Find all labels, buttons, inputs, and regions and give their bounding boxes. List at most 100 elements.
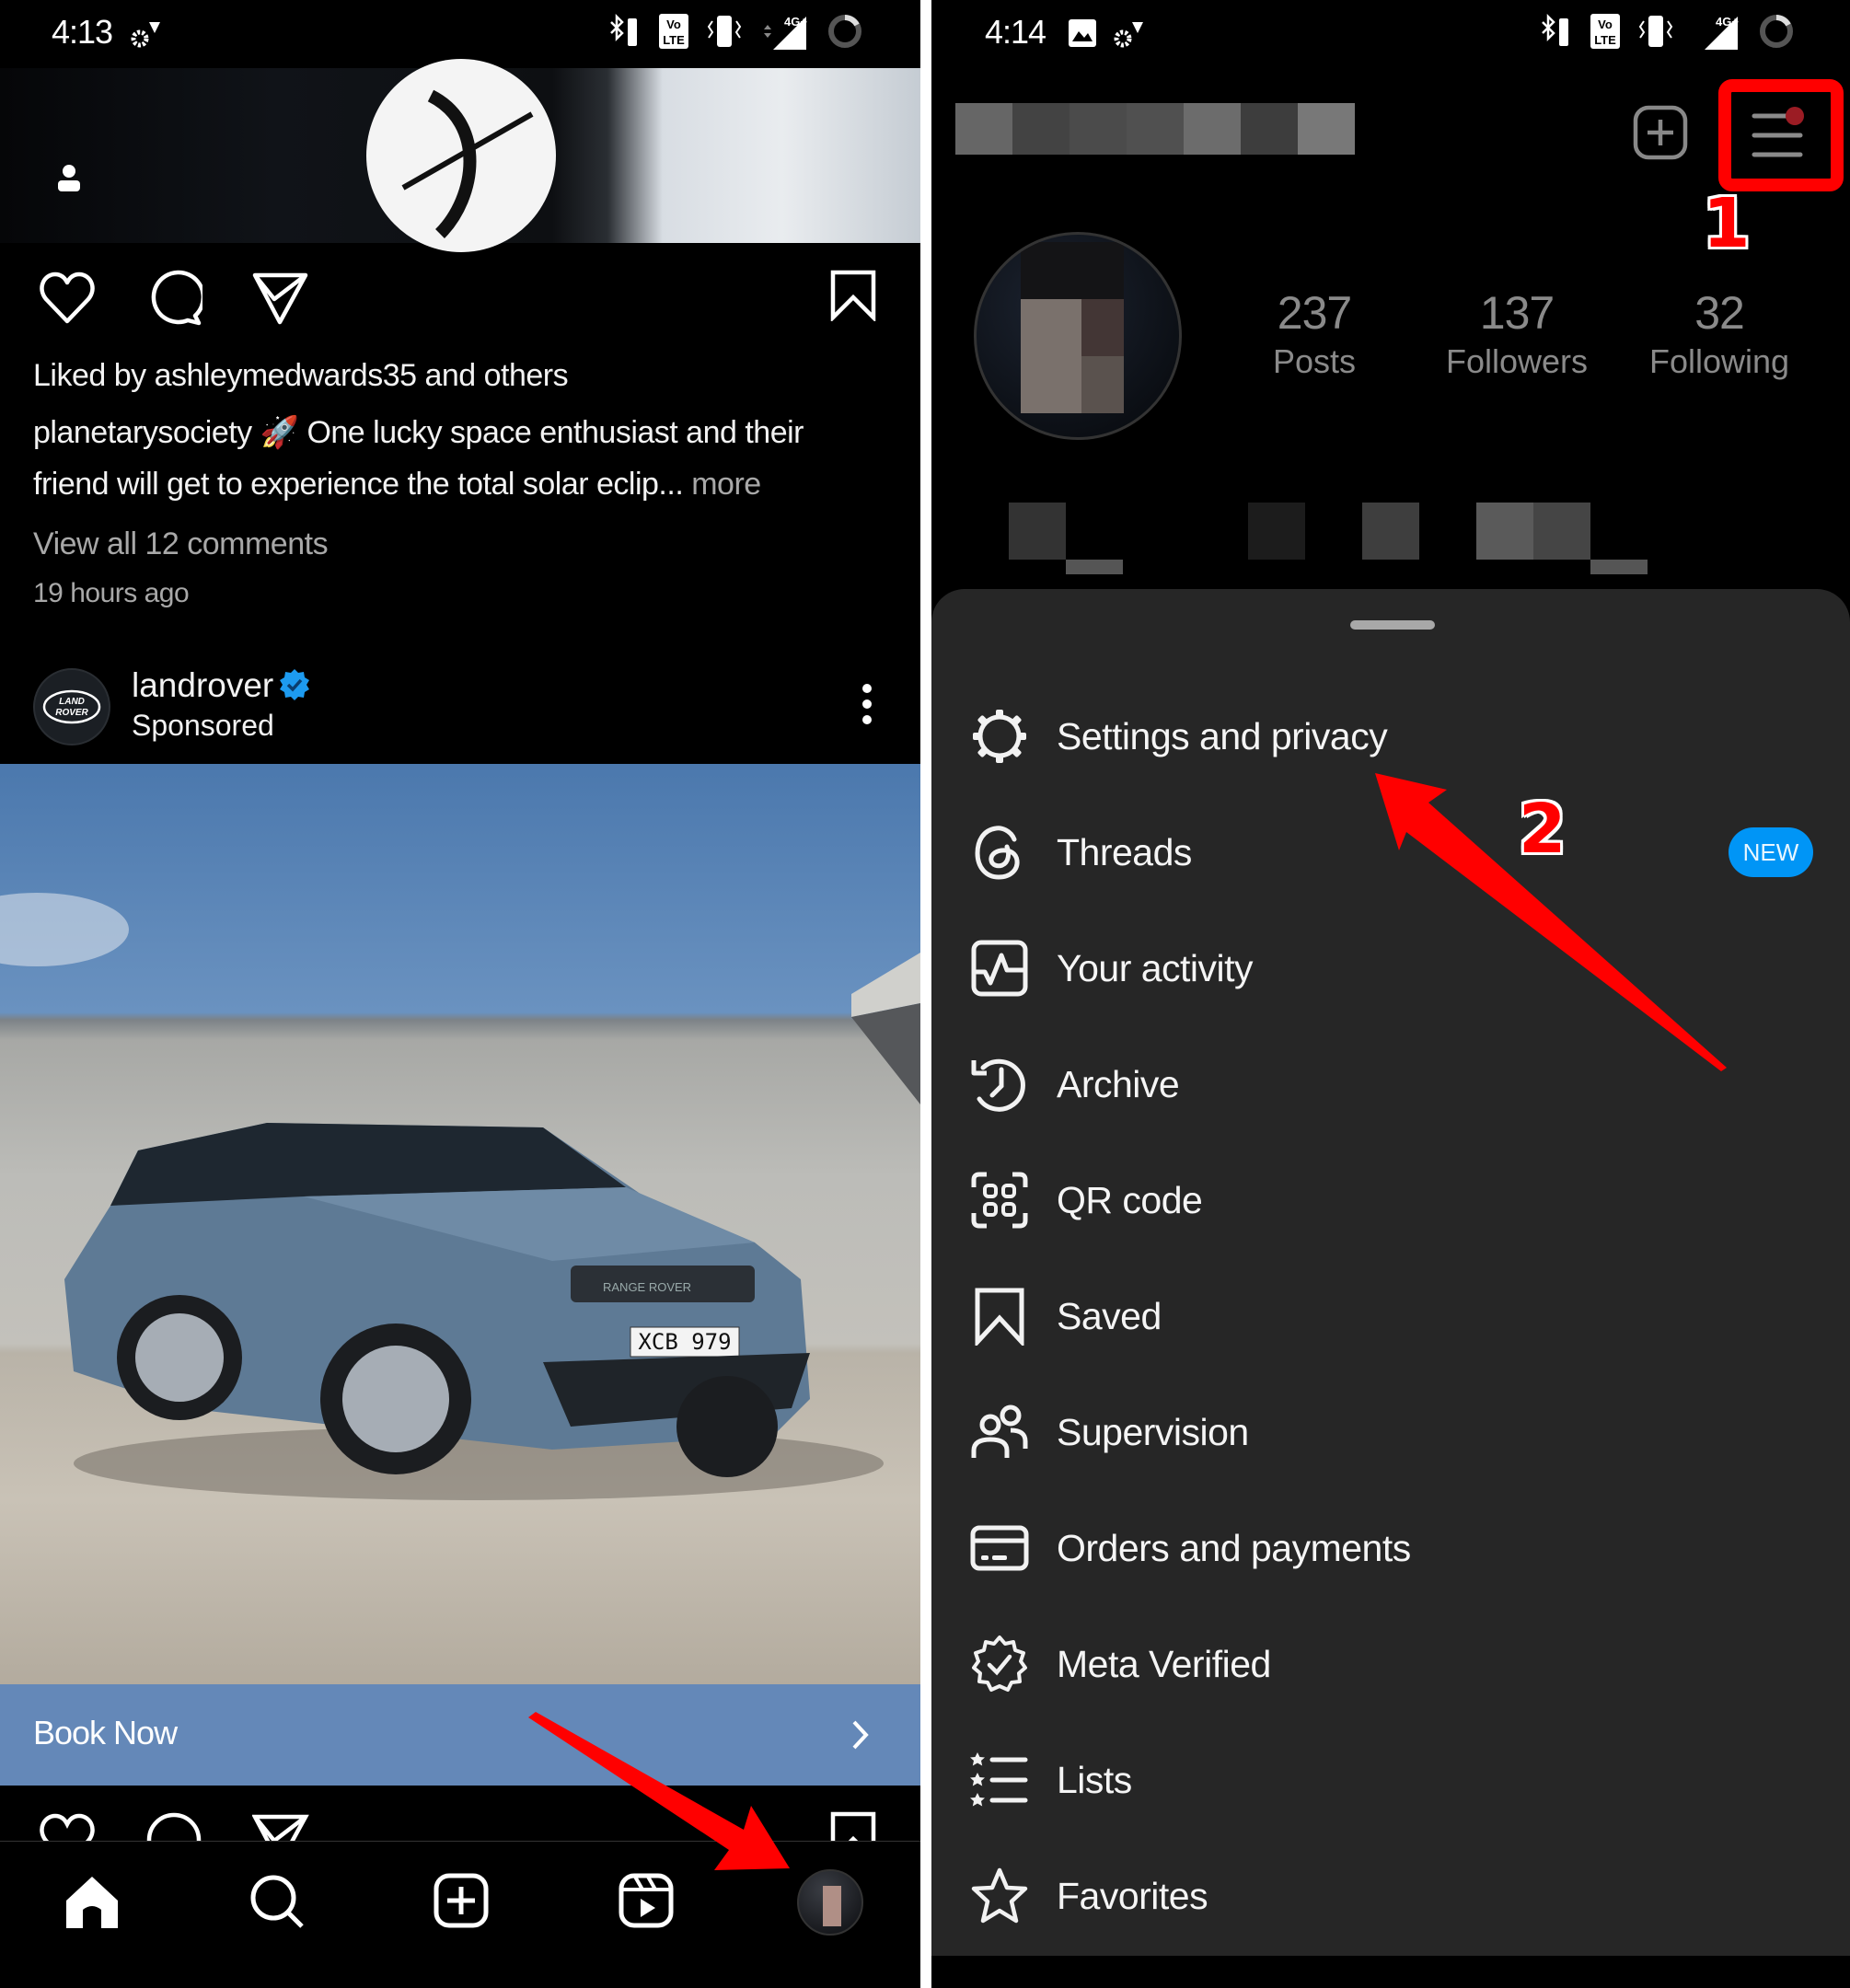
- menu-label: Lists: [1057, 1758, 1132, 1801]
- menu-label: Meta Verified: [1057, 1642, 1271, 1685]
- comment-icon[interactable]: [145, 270, 202, 327]
- caption-text-line1: One lucky space enthusiast and their: [306, 415, 804, 450]
- post-image[interactable]: [0, 59, 920, 252]
- like-icon[interactable]: [39, 1813, 96, 1841]
- stat-following[interactable]: 32 Following: [1627, 285, 1811, 383]
- share-icon[interactable]: [252, 272, 309, 325]
- profile-menu-sheet: Settings and privacy Threads NEW Your ac…: [931, 589, 1850, 1956]
- menu-item-meta-verified[interactable]: Meta Verified: [931, 1606, 1850, 1722]
- following-count: 32: [1694, 287, 1745, 339]
- book-now-button[interactable]: Book Now: [0, 1684, 920, 1786]
- followers-count: 137: [1479, 287, 1555, 339]
- bluetooth-battery-icon: [1542, 13, 1568, 46]
- menu-item-favorites[interactable]: Favorites: [931, 1838, 1850, 1954]
- profile-avatar-tab[interactable]: [797, 1869, 863, 1936]
- menu-hamburger-icon[interactable]: [1749, 105, 1808, 160]
- signal-4g-icon: 4G+: [1705, 15, 1739, 50]
- menu-item-archive[interactable]: Archive: [931, 1026, 1850, 1142]
- posts-label: Posts: [1272, 342, 1357, 380]
- verified-badge-icon: [278, 668, 311, 701]
- settings-icon: [970, 707, 1029, 766]
- like-icon[interactable]: [39, 272, 96, 325]
- menu-item-threads[interactable]: Threads NEW: [931, 794, 1850, 910]
- post-timestamp: 19 hours ago: [33, 578, 190, 608]
- landrover-avatar[interactable]: LAND ROVER: [33, 668, 110, 746]
- liked-by-text[interactable]: Liked by ashleymedwards35 and others: [33, 350, 569, 401]
- bio-blurred: [931, 445, 1850, 584]
- more-options-icon[interactable]: [861, 683, 873, 725]
- feed-screen: 4:13 Vo LTE 4G+ Liked by ashleymedwards3…: [0, 0, 920, 1988]
- menu-item-orders-payments[interactable]: Orders and payments: [931, 1490, 1850, 1606]
- sheet-drag-handle[interactable]: [1350, 620, 1435, 630]
- menu-label: Favorites: [1057, 1874, 1208, 1917]
- save-icon[interactable]: [830, 1811, 876, 1841]
- battery-ring-icon: [1760, 15, 1793, 48]
- battery-ring-icon: [828, 15, 861, 48]
- svg-text:4G+: 4G+: [1716, 15, 1739, 29]
- menu-item-lists[interactable]: Lists: [931, 1722, 1850, 1838]
- profile-screen: 4:14 Vo LTE 4G+ 237 Posts 137 Followers …: [931, 0, 1850, 1988]
- tagged-user-icon[interactable]: [55, 164, 83, 193]
- settings-notification-icon: [129, 20, 162, 50]
- share-icon[interactable]: [252, 1813, 309, 1841]
- logo-text-rover: ROVER: [55, 708, 88, 718]
- post-caption: planetarysociety 🚀 One lucky space enthu…: [33, 407, 908, 510]
- svg-text:LTE: LTE: [1594, 33, 1616, 47]
- avatar-blur: [823, 1886, 841, 1926]
- avatar-blur-block: [1021, 242, 1124, 299]
- cta-label: Book Now: [33, 1714, 178, 1751]
- posts-count: 237: [1277, 287, 1352, 339]
- view-comments-link[interactable]: View all 12 comments: [33, 518, 329, 570]
- menu-label: QR code: [1057, 1178, 1203, 1221]
- step-1-label: 1: [1703, 184, 1751, 263]
- status-bar: 4:14 Vo LTE 4G+: [931, 0, 1850, 68]
- menu-item-supervision[interactable]: Supervision: [931, 1374, 1850, 1490]
- menu-label: Supervision: [1057, 1410, 1249, 1453]
- profile-avatar[interactable]: [974, 232, 1182, 440]
- stat-followers[interactable]: 137 Followers: [1425, 285, 1609, 383]
- more-link[interactable]: more: [691, 467, 761, 502]
- home-icon[interactable]: [64, 1875, 120, 1930]
- ad-header: LAND ROVER landrover Sponsored: [0, 655, 920, 764]
- chevron-right-icon: [851, 1719, 870, 1751]
- save-icon[interactable]: [830, 270, 876, 321]
- following-label: Following: [1648, 342, 1790, 380]
- ad-username[interactable]: landrover: [132, 666, 273, 705]
- comment-icon[interactable]: [145, 1811, 202, 1841]
- caption-username[interactable]: planetarysociety: [33, 415, 252, 450]
- svg-text:LTE: LTE: [663, 33, 685, 47]
- step-2-label: 2: [1519, 790, 1567, 869]
- menu-label: Archive: [1057, 1062, 1180, 1105]
- stat-posts[interactable]: 237 Posts: [1222, 285, 1406, 383]
- menu-item-saved[interactable]: Saved: [931, 1258, 1850, 1374]
- pin-badge-graphic: [366, 59, 556, 252]
- vibrate-icon: [1638, 16, 1673, 47]
- archive-icon: [970, 1055, 1029, 1114]
- avatar-blur-block: [1081, 356, 1124, 413]
- status-icons: Vo LTE 4G+: [607, 13, 863, 50]
- vibrate-icon: [707, 16, 742, 47]
- avatar-blur-block: [1081, 299, 1124, 356]
- menu-item-your-activity[interactable]: Your activity: [931, 910, 1850, 1026]
- logo-text-land: LAND: [59, 697, 85, 707]
- username-blurred[interactable]: [955, 103, 1355, 155]
- qr-code-icon: [970, 1171, 1029, 1230]
- svg-text:Vo: Vo: [666, 17, 681, 31]
- ad-image-car[interactable]: RANGE ROVER XCB 979: [0, 764, 920, 1684]
- bluetooth-battery-icon: [610, 13, 637, 46]
- create-post-icon[interactable]: [1633, 105, 1688, 160]
- menu-item-qr-code[interactable]: QR code: [931, 1142, 1850, 1258]
- status-time: 4:13: [52, 13, 113, 51]
- signal-4g-icon: 4G+: [764, 15, 807, 50]
- create-post-icon[interactable]: [434, 1873, 489, 1928]
- menu-label: Saved: [1057, 1294, 1162, 1337]
- menu-label: Orders and payments: [1057, 1526, 1411, 1569]
- settings-notification-icon: [1112, 20, 1145, 50]
- search-icon[interactable]: [249, 1873, 306, 1930]
- svg-text:Vo: Vo: [1598, 17, 1613, 31]
- svg-text:4G+: 4G+: [784, 15, 807, 29]
- reels-icon[interactable]: [619, 1873, 674, 1928]
- card-icon: [970, 1519, 1029, 1578]
- lists-icon: [970, 1751, 1029, 1809]
- menu-item-settings-privacy[interactable]: Settings and privacy: [931, 678, 1850, 794]
